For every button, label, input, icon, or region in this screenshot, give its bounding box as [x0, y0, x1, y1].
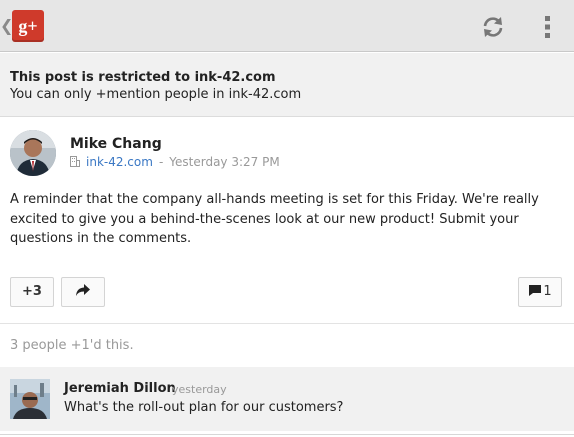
- commenter-avatar[interactable]: [10, 379, 50, 419]
- building-icon: [70, 156, 80, 167]
- author-avatar[interactable]: [10, 130, 56, 176]
- post-domain-link[interactable]: ink-42.com: [86, 155, 153, 169]
- google-plus-logo[interactable]: g+: [12, 10, 44, 42]
- overflow-menu-icon[interactable]: [538, 14, 558, 40]
- avatar-photo: [10, 130, 56, 176]
- refresh-icon[interactable]: [480, 14, 506, 40]
- plus-ones-summary[interactable]: 3 people +1'd this.: [10, 338, 134, 353]
- divider: [0, 323, 574, 324]
- post-body: A reminder that the company all-hands me…: [10, 192, 539, 246]
- share-button[interactable]: [61, 277, 105, 307]
- plus-one-button[interactable]: +3: [10, 277, 54, 307]
- comment-text: What's the roll-out plan for our custome…: [64, 400, 344, 415]
- comment-item[interactable]: Jeremiah Dillon yesterday What's the rol…: [0, 367, 574, 431]
- commenter-photo: [10, 379, 50, 419]
- commenter-name[interactable]: Jeremiah Dillon: [64, 381, 176, 396]
- notice-title: This post is restricted to ink-42.com: [10, 70, 276, 85]
- divider: [0, 434, 574, 435]
- share-arrow-icon: [76, 284, 90, 296]
- restriction-notice: This post is restricted to ink-42.com Yo…: [0, 53, 574, 117]
- post-timestamp: Yesterday 3:27 PM: [169, 155, 280, 169]
- notice-subtitle: You can only +mention people in ink-42.c…: [10, 87, 302, 102]
- comment-count: 1: [543, 284, 552, 299]
- chevron-left-icon[interactable]: ❮: [0, 16, 13, 36]
- comment-timestamp: yesterday: [172, 383, 227, 396]
- action-bar: ❮ g+: [0, 0, 574, 52]
- post-author-name[interactable]: Mike Chang: [70, 136, 162, 152]
- meta-separator: -: [158, 155, 164, 169]
- comments-button[interactable]: 1: [518, 277, 562, 307]
- comment-icon: [529, 285, 542, 296]
- post-meta: ink-42.com - Yesterday 3:27 PM: [70, 155, 280, 171]
